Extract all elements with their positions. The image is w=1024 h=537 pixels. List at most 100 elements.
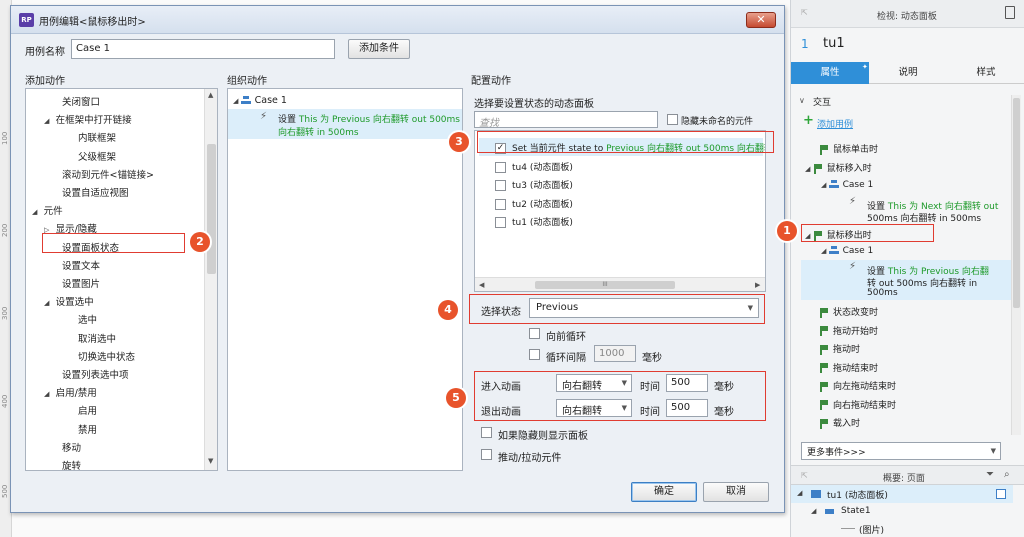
panel-list-item[interactable]: tu3 (动态面板) [495,178,573,191]
event-item[interactable]: 状态改变时 [819,305,878,318]
panel-list-item[interactable]: tu2 (动态面板) [495,197,573,210]
show-if-hidden-checkbox[interactable] [481,427,492,438]
checkbox[interactable] [495,198,506,210]
filter-icon[interactable]: ⏷ [986,469,994,480]
tab-properties[interactable]: 属性 [791,62,869,84]
expand-triangle-icon[interactable]: ◢ [44,117,52,125]
leave-case-row[interactable]: ◢ Case 1 [821,246,873,256]
inspector-scrollbar[interactable] [1011,95,1021,435]
h-scrollbar[interactable]: ◀ III ▶ [475,277,765,291]
action-tree-item[interactable]: 设置列表选中项 [62,367,129,381]
action-tree-item[interactable]: 选中 [78,312,97,326]
loop-forward-checkbox[interactable] [529,328,540,339]
chevron-down-icon[interactable]: ∨ [799,96,805,105]
event-item[interactable]: 载入时 [819,416,860,429]
action-tree-item[interactable]: ◢ 在框架中打开链接 [44,112,132,126]
scroll-right-icon[interactable]: ▶ [755,281,760,289]
scroll-left-icon[interactable]: ◀ [479,281,484,289]
tab-notes[interactable]: 说明 [869,62,947,84]
step-badge-2: 2 [190,232,210,252]
chevron-down-icon: ▼ [990,447,996,455]
panel-list-item[interactable]: tu1 (动态面板) [495,215,573,228]
expand-triangle-icon: ◢ [805,165,813,173]
panel-item-label: tu1 (动态面板) [512,218,573,228]
action-tree-label: 设置图片 [62,279,101,290]
lightning-icon: ⚡ [849,196,857,207]
org-action-row[interactable]: ⚡ 设置 This 为 Previous 向右翻转 out 500ms 向右翻转… [228,109,462,139]
expand-triangle-icon[interactable]: ◢ [32,208,40,216]
action-tree-item[interactable]: 取消选中 [78,331,116,345]
action-tree-item[interactable]: ◢ 启用/禁用 [44,385,97,399]
outline-row-state1[interactable]: ◢ State1 [791,503,1013,520]
enter-case-row[interactable]: ◢ Case 1 [821,180,873,190]
case-icon [240,96,251,105]
action-tree-label: 设置自适应视图 [62,188,129,199]
event-item[interactable]: 向左拖动结束时 [819,379,896,392]
push-pull-checkbox[interactable] [481,449,492,460]
action-tree-item[interactable]: 禁用 [78,422,97,436]
panel-list-item[interactable]: tu4 (动态面板) [495,160,573,173]
tab-style[interactable]: 样式 [947,62,1024,84]
hide-unnamed-checkbox[interactable] [667,114,678,125]
action-tree-item[interactable]: 移动 [62,440,81,454]
close-button[interactable]: ✕ [746,12,776,28]
action-tree-item[interactable]: 切换选中状态 [78,349,135,363]
search-input[interactable]: 查找 [474,111,658,129]
action-tree-item[interactable]: 旋转 [62,458,81,470]
scroll-thumb[interactable] [1013,98,1020,308]
pin-icon[interactable]: ⇱ [801,471,808,480]
action-tree-item[interactable]: 滚动到元件<锚链接> [62,167,154,181]
page-icon[interactable] [1005,6,1015,19]
action-tree-item[interactable]: 设置文本 [62,258,100,272]
panel-list: ✓ Set 当前元件 state to Previous 向右翻转 out 500… [474,130,766,292]
search-icon[interactable]: ⌕ [1004,469,1010,480]
checkbox[interactable] [495,180,506,191]
expand-triangle-icon[interactable]: ◢ [44,299,52,307]
event-flag-icon [819,381,829,392]
event-mouse-enter-label: 鼠标移入时 [826,164,872,174]
org-action-line2: 向右翻转 in 500ms [278,128,359,138]
event-item-label: 拖动开始时 [833,326,879,337]
dialog-titlebar[interactable]: RP 用例编辑<鼠标移出时> ✕ [11,6,784,34]
case-name-input[interactable]: Case 1 [71,39,335,59]
action-tree-item[interactable]: 内联框架 [78,130,116,144]
ok-button[interactable]: 确定 [631,482,697,502]
outline-row-image[interactable]: (图片) [791,520,1013,537]
loop-interval-input[interactable]: 1000 [594,345,636,362]
event-mouse-enter[interactable]: ◢ 鼠标移入时 [805,161,872,174]
outline-row-tu1[interactable]: ◢ tu1 (动态面板) [791,485,1013,503]
event-item[interactable]: 向右拖动结束时 [819,398,896,411]
scroll-thumb[interactable] [207,144,216,274]
tree-scrollbar[interactable]: ▲ ▼ [204,89,217,470]
pin-icon[interactable]: ⇱ [801,8,808,17]
action-tree-item[interactable]: 设置图片 [62,276,100,290]
action-tree-label: 父级框架 [78,151,117,163]
element-name[interactable]: tu1 [823,36,845,51]
visibility-toggle-icon[interactable] [996,489,1006,499]
more-events-dropdown[interactable]: 更多事件>>> ▼ [801,442,1001,460]
action-tree-item[interactable]: 设置自适应视图 [62,185,129,199]
event-item[interactable]: 拖动结束时 [819,361,878,374]
event-item[interactable]: 拖动时 [819,342,860,355]
loop-interval-checkbox[interactable] [529,349,540,360]
expand-triangle-icon[interactable]: ◢ [44,390,52,398]
org-case-row[interactable]: ◢ Case 1 [233,95,287,106]
add-case-plus-icon[interactable]: + [803,113,814,128]
add-condition-button[interactable]: 添加条件 [348,39,410,59]
h-scroll-thumb[interactable]: III [535,281,675,289]
scroll-down-icon[interactable]: ▼ [208,457,213,465]
checkbox[interactable] [495,217,506,228]
event-click[interactable]: 鼠标单击时 [819,142,878,155]
cancel-button[interactable]: 取消 [703,482,769,502]
checkbox[interactable] [495,161,506,173]
action-tree-item[interactable]: ◢ 元件 [32,203,63,217]
event-item[interactable]: 拖动开始时 [819,324,878,337]
action-tree-label: 启用/禁用 [55,388,97,400]
action-tree-item[interactable]: 父级框架 [78,149,116,163]
scroll-up-icon[interactable]: ▲ [208,91,213,99]
action-tree-item[interactable]: 启用 [78,403,97,417]
action-tree-item[interactable]: ◢ 设置选中 [44,294,94,308]
action-tree-item[interactable]: 关闭窗口 [62,94,100,108]
add-case-link[interactable]: 添加用例 [817,117,853,130]
step-badge-1: 1 [777,221,797,241]
